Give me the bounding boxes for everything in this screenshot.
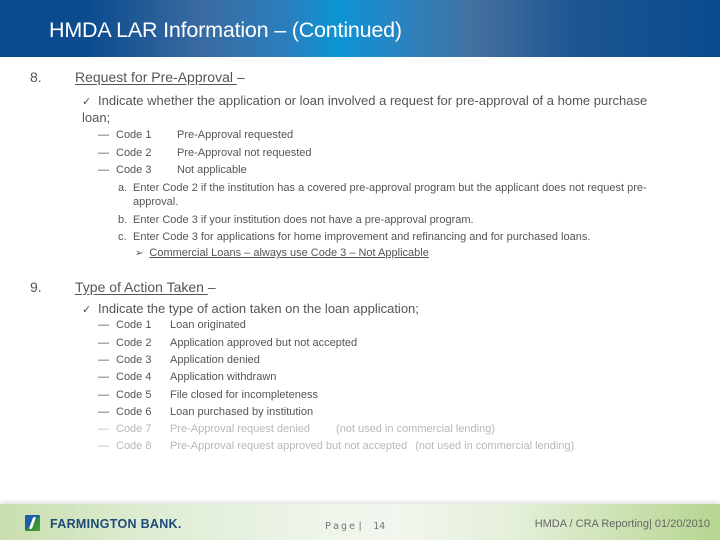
code-label: Code 1: [116, 129, 152, 141]
note-letter: a.: [118, 182, 128, 194]
code-desc-text: Pre-Approval request approved but not ac…: [170, 440, 408, 452]
code-label: Code 2: [116, 337, 152, 349]
code-description: Application denied: [170, 354, 260, 366]
arrow-bullet-icon: ➢: [135, 248, 144, 259]
code-label: Code 1: [116, 319, 152, 331]
section-title-text: Request for Pre-Approval: [75, 69, 237, 85]
section-title-action-taken: Type of Action Taken –: [75, 279, 216, 295]
section-title-pre-approval: Request for Pre-Approval –: [75, 69, 245, 85]
code-label: Code 3: [116, 354, 152, 366]
code-label: Code 5: [116, 389, 152, 401]
code-description: File closed for incompleteness: [170, 389, 318, 401]
bank-logo-text: FARMINGTON BANK.: [50, 517, 182, 531]
farmington-bank-logo-icon: [25, 515, 40, 531]
dash-icon: —: [98, 354, 109, 366]
code-label: Code 7: [116, 423, 152, 435]
code-description: Pre-Approval request denied (not used in …: [170, 421, 495, 438]
checkmark-icon: ✓: [82, 304, 92, 316]
checklist-text: Indicate the type of action taken on the…: [98, 301, 419, 316]
checklist-item: ✓ Indicate the type of action taken on th…: [82, 301, 662, 318]
code-desc-text: Pre-Approval request denied: [170, 423, 311, 435]
note-letter: b.: [118, 214, 128, 226]
dash-icon: —: [98, 423, 109, 435]
dash-icon: —: [98, 406, 109, 418]
dash-icon: —: [98, 319, 109, 331]
code-description: Pre-Approval requested: [177, 129, 294, 141]
code-label: Code 4: [116, 371, 152, 383]
code-label: Code 8: [116, 440, 152, 452]
section-number: 8.: [30, 69, 42, 85]
note-text: Enter Code 3 if your institution does no…: [133, 214, 474, 226]
code-note: (not used in commercial lending): [415, 440, 575, 452]
dash-icon: —: [98, 389, 109, 401]
code-description: Application approved but not accepted: [170, 337, 358, 349]
section-title-text: Type of Action Taken: [75, 279, 208, 295]
dash-icon: —: [98, 440, 109, 452]
checklist-item: ✓ Indicate whether the application or loa…: [82, 93, 662, 126]
dash-icon: —: [98, 129, 109, 141]
section-title-dash: –: [207, 279, 216, 295]
slide-title: HMDA LAR Information – (Continued): [49, 18, 402, 42]
commercial-loans-text: Commercial Loans – always use Code 3 – N…: [149, 247, 429, 259]
dash-icon: —: [98, 164, 109, 176]
code-description: Application withdrawn: [170, 371, 277, 383]
dash-icon: —: [98, 147, 109, 159]
dash-icon: —: [98, 371, 109, 383]
commercial-loans-note: ➢ Commercial Loans – always use Code 3 – …: [135, 247, 429, 259]
page-number: 14: [373, 521, 386, 532]
note-text: Enter Code 2 if the institution has a co…: [133, 182, 647, 208]
page-label: Page|: [325, 521, 366, 532]
note-letter: c.: [118, 231, 127, 243]
checklist-text: Indicate whether the application or loan…: [82, 93, 648, 125]
code-description: Pre-Approval not requested: [177, 147, 312, 159]
code-label: Code 3: [116, 164, 152, 176]
footer-report-date: HMDA / CRA Reporting| 01/20/2010: [534, 518, 710, 530]
slide-footer: FARMINGTON BANK. Page| 14 HMDA / CRA Rep…: [0, 504, 720, 540]
section-number: 9.: [30, 279, 42, 295]
dash-icon: —: [98, 337, 109, 349]
code-description: Not applicable: [177, 164, 247, 176]
section-title-dash: –: [236, 69, 245, 85]
code-description: Loan originated: [170, 319, 246, 331]
note-text: Enter Code 3 for applications for home i…: [133, 231, 591, 243]
page-indicator: Page| 14: [325, 521, 385, 532]
code-label: Code 6: [116, 406, 152, 418]
code-description: Pre-Approval request approved but not ac…: [170, 438, 574, 455]
code-label: Code 2: [116, 147, 152, 159]
checkmark-icon: ✓: [82, 96, 92, 108]
code-description: Loan purchased by institution: [170, 406, 314, 418]
code-note: (not used in commercial lending): [336, 423, 495, 435]
slide-header: HMDA LAR Information – (Continued): [0, 0, 720, 57]
